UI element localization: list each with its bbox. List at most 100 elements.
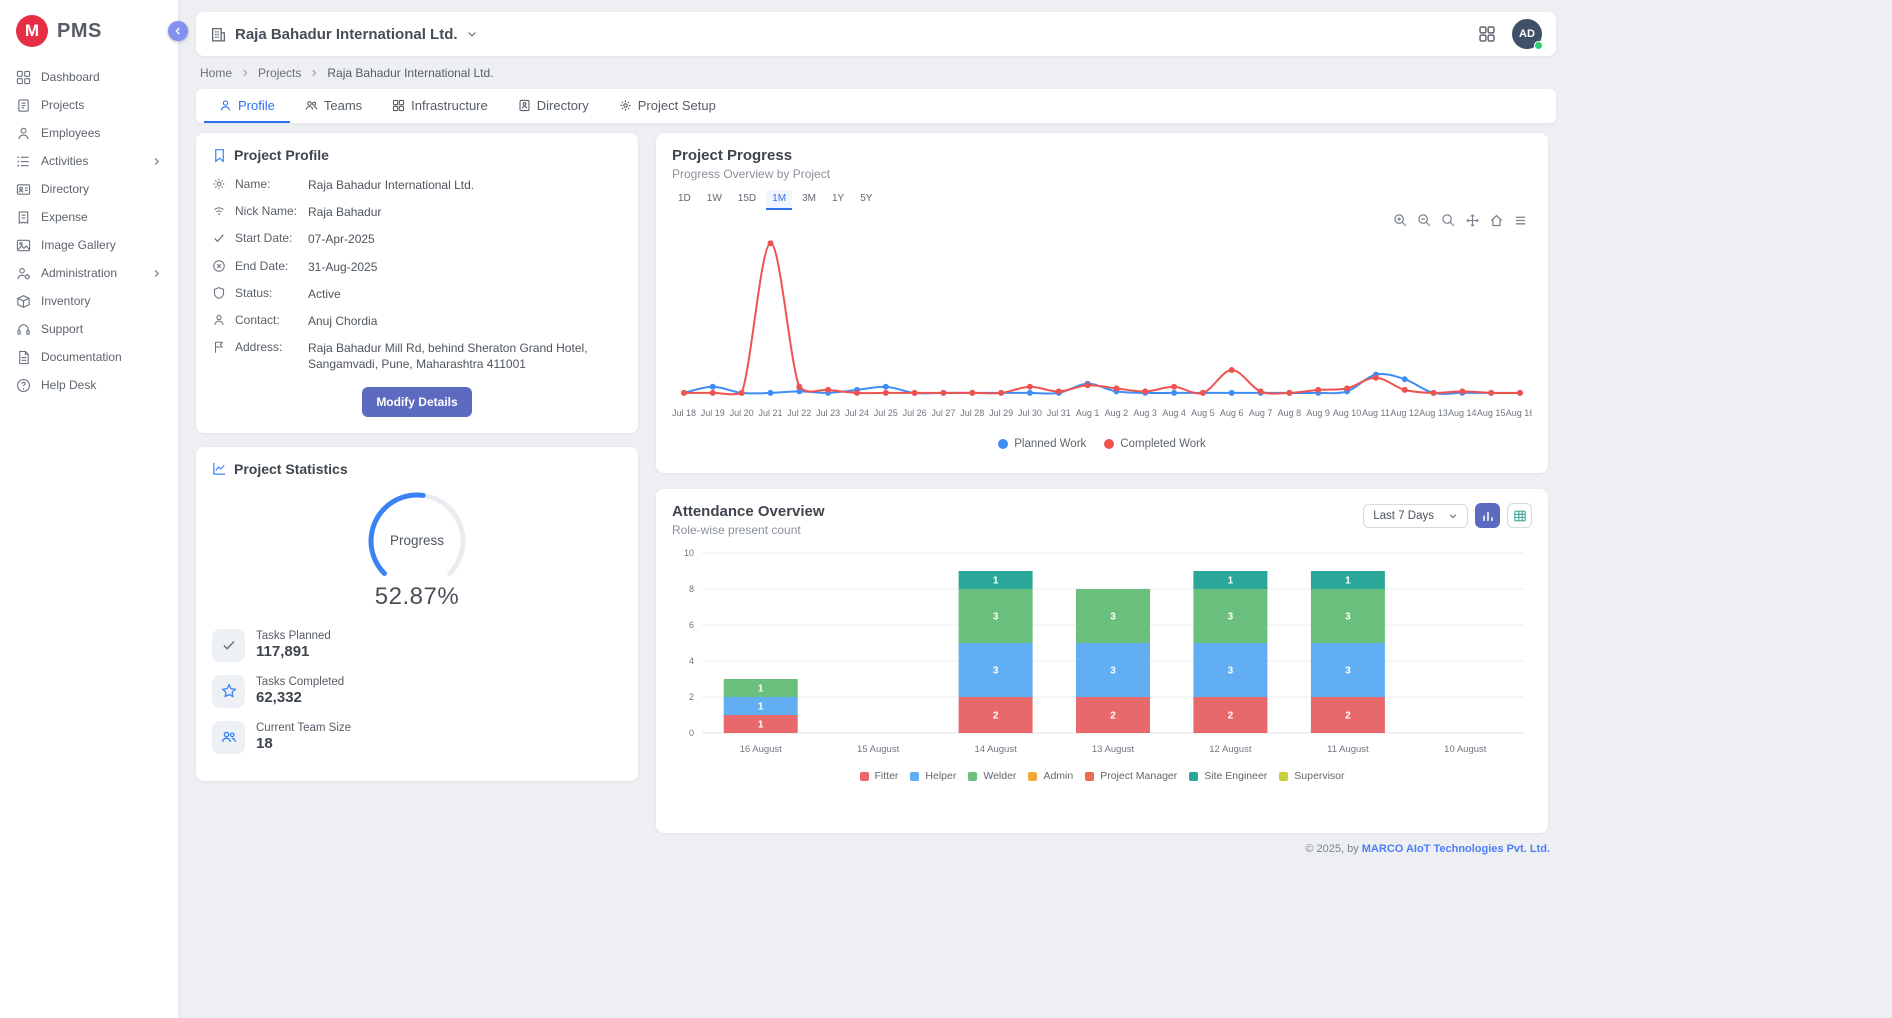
- sidebar-item-dashboard[interactable]: Dashboard: [0, 63, 178, 91]
- legend-admin[interactable]: Admin: [1028, 770, 1073, 782]
- footer: © 2025, by MARCO AIoT Technologies Pvt. …: [196, 833, 1556, 855]
- range-1d[interactable]: 1D: [672, 190, 697, 210]
- sidebar-item-label: Inventory: [41, 294, 90, 308]
- legend-dot: [998, 439, 1008, 449]
- table-view-button[interactable]: [1507, 503, 1532, 528]
- tab-directory[interactable]: Directory: [503, 89, 604, 123]
- tab-project-setup[interactable]: Project Setup: [604, 89, 731, 123]
- people-icon: [305, 99, 318, 112]
- sidebar-item-label: Administration: [41, 266, 117, 280]
- selection-zoom-icon[interactable]: [1441, 213, 1456, 228]
- sidebar-item-inventory[interactable]: Inventory: [0, 287, 178, 315]
- date-range-select[interactable]: Last 7 Days: [1363, 504, 1468, 528]
- sidebar-item-help-desk[interactable]: Help Desk: [0, 371, 178, 399]
- people-icon: [212, 721, 245, 754]
- project-progress-chart[interactable]: Jul 18Jul 19Jul 20Jul 21Jul 22Jul 23Jul …: [672, 214, 1532, 436]
- pan-icon[interactable]: [1465, 213, 1480, 228]
- app-name: PMS: [57, 20, 102, 43]
- sidebar-item-projects[interactable]: Projects: [0, 91, 178, 119]
- sidebar-item-directory[interactable]: Directory: [0, 175, 178, 203]
- sidebar-item-expense[interactable]: Expense: [0, 203, 178, 231]
- legend-site-engineer[interactable]: Site Engineer: [1189, 770, 1267, 782]
- profile-field-contact: Contact: Anuj Chordia: [212, 313, 622, 329]
- tab-label: Profile: [238, 98, 275, 113]
- svg-text:Aug 12: Aug 12: [1390, 408, 1419, 418]
- zoom-in-icon[interactable]: [1393, 213, 1408, 228]
- attendance-chart[interactable]: 024681011116 August15 August233114 Augus…: [672, 545, 1532, 767]
- home-icon[interactable]: [1489, 213, 1504, 228]
- svg-text:Jul 22: Jul 22: [787, 408, 811, 418]
- sidebar-item-documentation[interactable]: Documentation: [0, 343, 178, 371]
- main-content: Raja Bahadur International Ltd. AD Home …: [178, 0, 1892, 1018]
- gear-icon: [212, 177, 226, 191]
- list-icon: [16, 154, 31, 169]
- menu-icon[interactable]: [1513, 213, 1528, 228]
- footer-company-link[interactable]: MARCO AIoT Technologies Pvt. Ltd.: [1362, 843, 1550, 855]
- svg-text:Aug 4: Aug 4: [1162, 408, 1186, 418]
- legend-fitter[interactable]: Fitter: [860, 770, 899, 782]
- svg-text:Jul 18: Jul 18: [672, 408, 696, 418]
- bar-chart-view-button[interactable]: [1475, 503, 1500, 528]
- legend-planned-work[interactable]: Planned Work: [998, 438, 1086, 450]
- tab-label: Infrastructure: [411, 98, 488, 113]
- range-1y[interactable]: 1Y: [826, 190, 850, 210]
- svg-text:16 August: 16 August: [740, 744, 783, 755]
- user-avatar[interactable]: AD: [1512, 19, 1542, 49]
- chart-line-icon: [212, 461, 227, 476]
- svg-text:3: 3: [1345, 612, 1351, 623]
- zoom-out-icon[interactable]: [1417, 213, 1432, 228]
- legend-completed-work[interactable]: Completed Work: [1104, 438, 1205, 450]
- tab-infrastructure[interactable]: Infrastructure: [377, 89, 503, 123]
- svg-text:Jul 24: Jul 24: [845, 408, 869, 418]
- chevron-right-icon: [240, 68, 250, 78]
- sidebar-item-employees[interactable]: Employees: [0, 119, 178, 147]
- svg-text:10: 10: [684, 548, 694, 558]
- range-3m[interactable]: 3M: [796, 190, 822, 210]
- sidebar-item-label: Dashboard: [41, 70, 100, 84]
- sidebar-item-label: Directory: [41, 182, 89, 196]
- tab-profile[interactable]: Profile: [204, 89, 290, 123]
- modify-details-button[interactable]: Modify Details: [362, 387, 471, 417]
- line-chart-legend: Planned Work Completed Work: [672, 438, 1532, 450]
- svg-text:Jul 21: Jul 21: [758, 408, 782, 418]
- range-1w[interactable]: 1W: [701, 190, 728, 210]
- sidebar-item-activities[interactable]: Activities: [0, 147, 178, 175]
- sidebar-item-label: Projects: [41, 98, 84, 112]
- legend-supervisor[interactable]: Supervisor: [1279, 770, 1344, 782]
- legend-project-manager[interactable]: Project Manager: [1085, 770, 1177, 782]
- svg-text:3: 3: [1228, 666, 1234, 677]
- tab-label: Directory: [537, 98, 589, 113]
- legend-helper[interactable]: Helper: [910, 770, 956, 782]
- svg-text:Jul 28: Jul 28: [960, 408, 984, 418]
- chevron-right-icon: [151, 268, 162, 279]
- sidebar-collapse-button[interactable]: [168, 21, 188, 41]
- card-subtitle: Progress Overview by Project: [672, 167, 1532, 181]
- stat-tasks-planned: Tasks Planned 117,891: [212, 629, 622, 662]
- profile-field-name: Name: Raja Bahadur International Ltd.: [212, 177, 622, 193]
- box-icon: [16, 294, 31, 309]
- question-icon: [16, 378, 31, 393]
- chevron-down-icon: [466, 28, 478, 40]
- svg-text:15 August: 15 August: [857, 744, 900, 755]
- sidebar-item-support[interactable]: Support: [0, 315, 178, 343]
- stat-current-team-size: Current Team Size 18: [212, 721, 622, 754]
- svg-text:Aug 7: Aug 7: [1249, 408, 1273, 418]
- range-5y[interactable]: 5Y: [854, 190, 878, 210]
- breadcrumb-home[interactable]: Home: [200, 66, 232, 80]
- sidebar-item-image-gallery[interactable]: Image Gallery: [0, 231, 178, 259]
- top-header: Raja Bahadur International Ltd. AD: [196, 12, 1556, 56]
- legend-welder[interactable]: Welder: [968, 770, 1016, 782]
- tab-bar: Profile Teams Infrastructure Directory P…: [196, 89, 1556, 123]
- person-icon: [212, 313, 226, 327]
- sidebar-item-administration[interactable]: Administration: [0, 259, 178, 287]
- company-selector[interactable]: Raja Bahadur International Ltd.: [210, 26, 478, 43]
- tab-teams[interactable]: Teams: [290, 89, 377, 123]
- apps-grid-button[interactable]: [1478, 25, 1496, 43]
- breadcrumb-projects[interactable]: Projects: [258, 66, 301, 80]
- sidebar-item-label: Image Gallery: [41, 238, 116, 252]
- app-logo[interactable]: M PMS: [0, 0, 178, 63]
- sidebar-item-label: Activities: [41, 154, 88, 168]
- range-15d[interactable]: 15D: [732, 190, 762, 210]
- tab-label: Teams: [324, 98, 362, 113]
- range-1m[interactable]: 1M: [766, 190, 792, 210]
